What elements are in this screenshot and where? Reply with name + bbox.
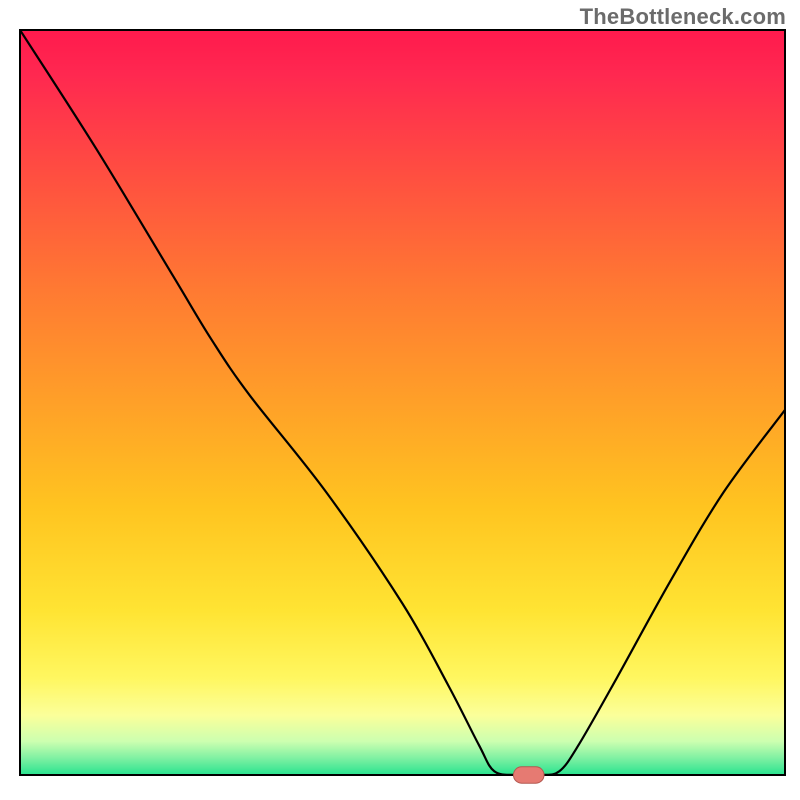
chart-stage: TheBottleneck.com (0, 0, 800, 800)
optimal-point-marker (513, 767, 544, 783)
plot-background (20, 30, 785, 775)
bottleneck-chart (0, 0, 800, 800)
watermark-label: TheBottleneck.com (580, 4, 786, 30)
